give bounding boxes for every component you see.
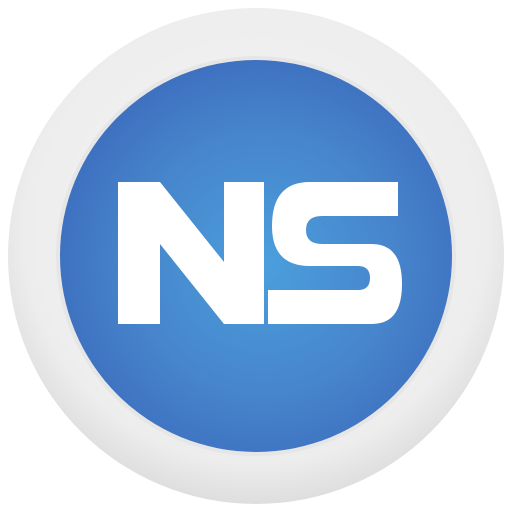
ns-app-icon[interactable] <box>0 0 512 512</box>
app-icon-stage <box>0 0 512 512</box>
letter-s <box>268 182 402 324</box>
